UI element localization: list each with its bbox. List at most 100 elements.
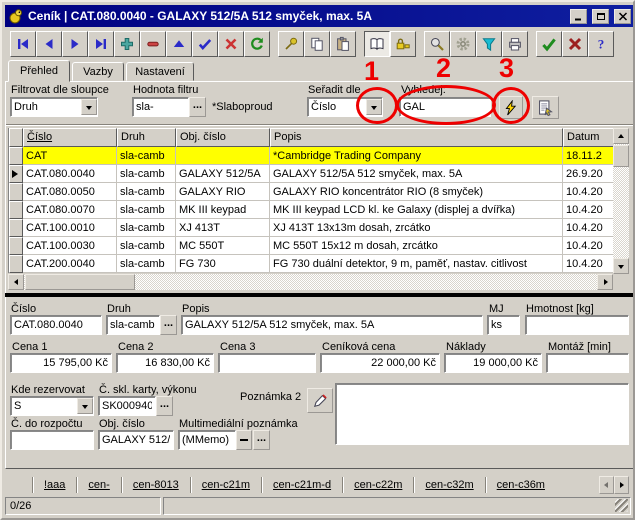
header-datum[interactable]: Datum [563,128,614,147]
delete-record-button[interactable] [140,31,166,57]
cell-obj[interactable]: GALAXY RIO [176,183,270,201]
first-record-button[interactable] [10,31,36,57]
cell-cislo[interactable]: CAT.080.0040 [23,165,117,183]
cell-datum[interactable]: 10.4.20 [563,183,614,201]
cena3-field[interactable] [218,353,316,373]
cell-datum[interactable]: 10.4.20 [563,219,614,237]
cancel-edit-button[interactable] [218,31,244,57]
cell-druh[interactable]: sla-camb [117,237,176,255]
c-skl-karty-ellipsis-button[interactable]: ... [156,396,173,416]
table-row[interactable]: CAT.100.0010 sla-camb XJ 413T XJ 413T 13… [9,219,613,237]
cell-cislo[interactable]: CAT.200.0040 [23,255,117,273]
tab-vazby[interactable]: Vazby [72,62,124,81]
cislo-field[interactable] [10,315,102,335]
row-selector[interactable] [9,255,23,273]
bottom-tab-cen-c32m[interactable]: cen-c32m [425,479,473,491]
header-druh[interactable]: Druh [117,128,176,147]
cell-datum[interactable]: 10.4.20 [563,201,614,219]
bottom-tab-cen-c22m[interactable]: cen-c22m [354,479,402,491]
table-row[interactable]: CAT.080.0050 sla-camb GALAXY RIO GALAXY … [9,183,613,201]
table-row[interactable]: CAT.100.0030 sla-camb MC 550T MC 550T 15… [9,237,613,255]
cell-cislo[interactable]: CAT.080.0050 [23,183,117,201]
bottom-tabs-scroll-left-button[interactable] [599,476,614,494]
obj-cislo-field[interactable] [98,430,174,450]
cena1-field[interactable] [10,353,112,373]
druh-field[interactable] [106,315,160,335]
cell-popis[interactable]: MK III keypad LCD kl. ke Galaxy (displej… [270,201,563,219]
cell-cislo[interactable]: CAT.100.0030 [23,237,117,255]
settings-button[interactable] [450,31,476,57]
cell-cislo[interactable]: CAT.100.0010 [23,219,117,237]
next-record-button[interactable] [62,31,88,57]
maximize-button[interactable] [592,9,609,24]
scroll-right-button[interactable] [597,274,613,290]
cell-popis[interactable]: GALAXY 512/5A 512 smyček, max. 5A [270,165,563,183]
permissions-lock-button[interactable] [390,31,416,57]
edit-record-button[interactable] [166,31,192,57]
horizontal-scroll-thumb[interactable] [25,274,135,290]
row-selector[interactable] [9,237,23,255]
cell-obj[interactable]: GALAXY 512/5A [176,165,270,183]
book-view-button[interactable] [364,31,390,57]
close-button[interactable] [614,9,631,24]
header-obj-cislo[interactable]: Obj. číslo [176,128,270,147]
bottom-tab-cen-c21m-d[interactable]: cen-c21m-d [273,479,331,491]
chevron-down-icon[interactable] [81,99,97,115]
c-do-rozpoctu-field[interactable] [10,430,94,450]
cell-obj[interactable] [176,147,270,165]
table-row[interactable]: CAT.080.0070 sla-camb MK III keypad MK I… [9,201,613,219]
cell-obj[interactable]: FG 730 [176,255,270,273]
splitter-handle[interactable] [5,293,634,297]
filter-column-combo[interactable]: Druh [10,97,98,117]
refresh-button[interactable] [244,31,270,57]
last-record-button[interactable] [88,31,114,57]
tab-nastaveni[interactable]: Nastavení [126,62,194,81]
filter-value-ellipsis-button[interactable]: ... [189,97,206,117]
header-popis[interactable]: Popis [270,128,563,147]
paste-button[interactable] [330,31,356,57]
cell-obj[interactable]: MK III keypad [176,201,270,219]
row-selector[interactable] [9,165,23,183]
row-selector[interactable] [9,183,23,201]
copy-button[interactable] [304,31,330,57]
cell-datum[interactable]: 10.4.20 [563,237,614,255]
cell-obj[interactable]: MC 550T [176,237,270,255]
row-selector[interactable] [9,201,23,219]
cell-popis[interactable]: GALAXY RIO koncentrátor RIO (8 smyček) [270,183,563,201]
popis-field[interactable] [181,315,483,335]
cell-druh[interactable]: sla-camb [117,165,176,183]
scroll-up-button[interactable] [613,128,629,144]
cenikova-cena-field[interactable] [320,353,440,373]
mm-poznamka-field[interactable] [178,430,236,450]
mm-poznamka-ellipsis-button[interactable]: ... [253,430,270,450]
cell-cislo[interactable]: CAT [23,147,117,165]
help-button[interactable]: ? [588,31,614,57]
table-row[interactable]: CAT.200.0040 sla-camb FG 730 FG 730 duál… [9,255,613,273]
poznamka2-edit-button[interactable] [307,388,333,413]
cell-datum[interactable]: 10.4.20 [563,255,614,273]
cell-popis[interactable]: XJ 413T 13x13m dosah, zrcátko [270,219,563,237]
scroll-left-button[interactable] [8,274,24,290]
confirm-button[interactable] [536,31,562,57]
naklady-field[interactable] [444,353,542,373]
header-cislo[interactable]: Číslo [23,128,117,147]
kde-rezervovat-combo[interactable]: S [10,396,94,416]
table-row[interactable]: CAT sla-camb *Cambridge Trading Company … [9,147,613,165]
row-selector[interactable] [9,219,23,237]
bottom-tab-aaa[interactable]: !aaa [44,479,65,491]
table-vertical-scrollbar[interactable] [613,128,629,274]
cell-druh[interactable]: sla-camb [117,219,176,237]
report-button[interactable] [532,96,559,119]
cancel-button[interactable] [562,31,588,57]
previous-record-button[interactable] [36,31,62,57]
cell-druh[interactable]: sla-camb [117,201,176,219]
mj-field[interactable] [487,315,520,335]
minimize-button[interactable] [570,9,587,24]
cell-popis[interactable]: *Cambridge Trading Company [270,147,563,165]
resize-grip[interactable] [615,499,628,512]
bottom-tab-cen-8013[interactable]: cen-8013 [133,479,179,491]
cell-popis[interactable]: MC 550T 15x12 m dosah, zrcátko [270,237,563,255]
bottom-tab-cen-c21m[interactable]: cen-c21m [202,479,250,491]
hmotnost-field[interactable] [525,315,629,335]
title-bar[interactable]: Ceník | CAT.080.0040 - GALAXY 512/5A 512… [5,5,634,27]
